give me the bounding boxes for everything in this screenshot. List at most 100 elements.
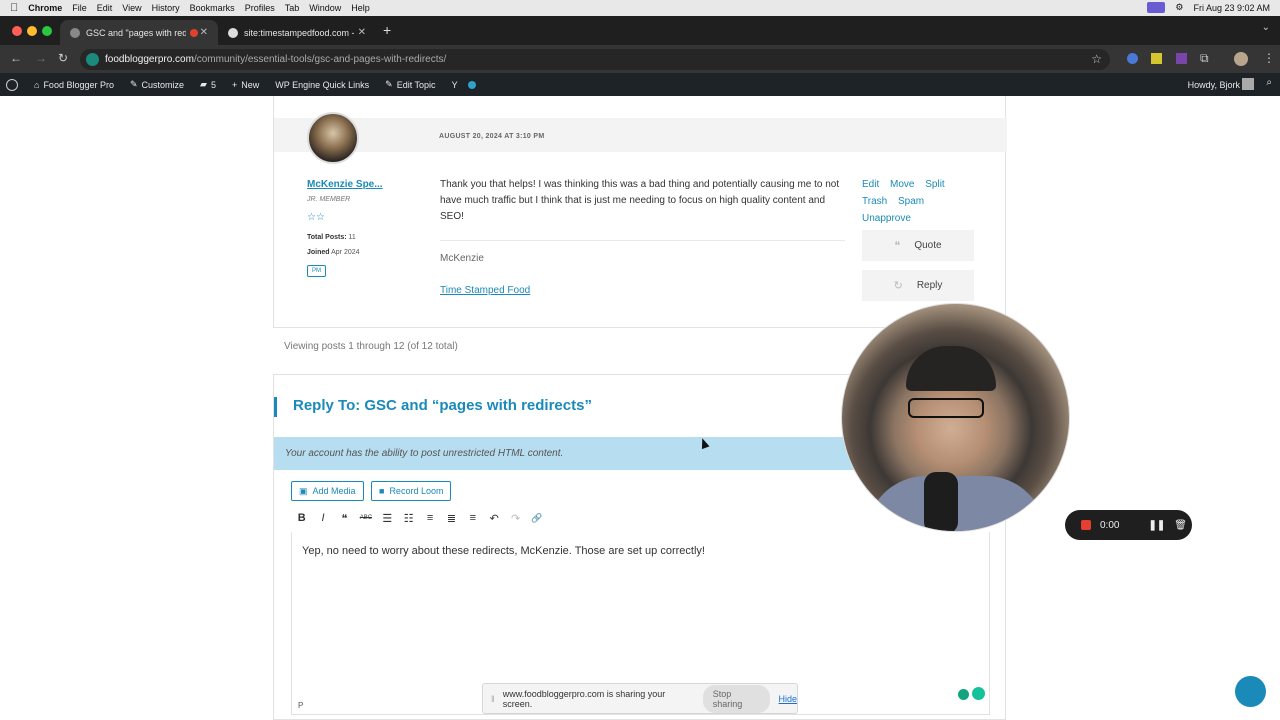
wp-comments[interactable]: ▰ 5 — [200, 79, 216, 90]
reply-form-title: Reply To: GSC and “pages with redirects” — [274, 397, 674, 417]
joined-label: Joined — [307, 249, 330, 256]
wp-site-name-label: Food Blogger Pro — [43, 79, 114, 90]
tab-site-search[interactable]: site:timestampedfood.com - ✕ — [218, 20, 376, 45]
webcam-microphone — [924, 472, 958, 531]
menu-edit[interactable]: Edit — [97, 3, 113, 13]
pm-button[interactable]: PM — [307, 265, 326, 277]
maximize-window-button[interactable] — [42, 26, 52, 36]
webcam-bubble[interactable] — [841, 303, 1070, 532]
redo-icon[interactable]: ↷ — [505, 512, 526, 525]
align-right-icon[interactable]: ≡ — [462, 512, 483, 524]
pagination-count: Viewing posts 1 through 12 (of 12 total) — [284, 341, 458, 352]
wp-site-name[interactable]: ⌂ Food Blogger Pro — [34, 80, 114, 90]
menu-view[interactable]: View — [122, 3, 141, 13]
close-tab-icon[interactable]: ✕ — [358, 27, 366, 38]
signature-link[interactable]: Time Stamped Food — [440, 285, 530, 296]
extension-calendar-icon[interactable] — [1176, 53, 1187, 64]
tab-gsc-redirects[interactable]: GSC and "pages with red ✕ — [60, 20, 218, 45]
close-window-button[interactable] — [12, 26, 22, 36]
spam-link[interactable]: Spam — [898, 196, 924, 207]
wp-user-avatar[interactable] — [1242, 78, 1254, 90]
bulleted-list-icon[interactable]: ☰ — [377, 512, 398, 525]
delete-recording-icon[interactable]: 🗑 — [1174, 520, 1187, 531]
apple-menu-icon[interactable]:  — [10, 2, 18, 14]
webcam-glasses — [908, 398, 984, 418]
menu-tab[interactable]: Tab — [285, 3, 300, 13]
pause-icon[interactable]: ❚❚ — [1148, 520, 1165, 531]
app-menu-chrome[interactable]: Chrome — [28, 3, 62, 13]
profile-avatar[interactable] — [1234, 52, 1248, 66]
wp-edit-topic[interactable]: ✎ Edit Topic — [385, 79, 435, 90]
wp-search-icon[interactable]: ⌕ — [1266, 77, 1272, 88]
grammarly-icon[interactable] — [972, 687, 985, 700]
media-icon: ▣ — [299, 485, 308, 496]
tab-search-icon[interactable]: ⌄ — [1262, 22, 1270, 33]
add-media-button[interactable]: ▣ Add Media — [291, 481, 364, 501]
forward-icon[interactable]: → — [35, 51, 47, 65]
close-tab-icon[interactable]: ✕ — [200, 27, 208, 38]
wp-engine-quick-links[interactable]: WP Engine Quick Links — [275, 80, 369, 90]
move-link[interactable]: Move — [890, 179, 914, 190]
control-center-icon[interactable]: ⚙ — [1175, 2, 1183, 13]
wp-customize[interactable]: ✎ Customize — [130, 79, 184, 90]
address-bar[interactable]: foodbloggerpro.com /community/essential-… — [80, 49, 1110, 70]
split-link[interactable]: Split — [925, 179, 944, 190]
menu-clock[interactable]: Fri Aug 23 9:02 AM — [1193, 3, 1270, 13]
reply-button[interactable]: ↻ Reply — [862, 270, 974, 301]
joined-value: Apr 2024 — [331, 249, 360, 256]
menu-file[interactable]: File — [72, 3, 87, 13]
hide-share-banner-link[interactable]: Hide — [778, 694, 797, 704]
menu-window[interactable]: Window — [309, 3, 341, 13]
bookmark-star-icon[interactable]: ☆ — [1091, 52, 1102, 66]
add-media-label: Add Media — [312, 486, 356, 496]
extension-r-icon[interactable] — [1151, 53, 1162, 64]
site-info-icon[interactable] — [86, 53, 99, 66]
browser-menu-icon[interactable]: ⋮ — [1263, 51, 1275, 65]
menu-history[interactable]: History — [152, 3, 180, 13]
editor-content[interactable]: Yep, no need to worry about these redire… — [302, 545, 705, 557]
wordpress-logo-icon[interactable] — [6, 78, 18, 91]
stop-sharing-button[interactable]: Stop sharing — [702, 684, 771, 713]
menu-help[interactable]: Help — [351, 3, 370, 13]
bold-icon[interactable]: B — [291, 512, 312, 524]
italic-icon[interactable]: I — [312, 512, 333, 524]
wp-howdy[interactable]: Howdy, Bjork — [1188, 80, 1240, 90]
extension-1password-icon[interactable] — [1127, 53, 1138, 64]
chat-support-icon[interactable] — [1235, 676, 1266, 707]
menu-profiles[interactable]: Profiles — [245, 3, 275, 13]
align-center-icon[interactable]: ≣ — [441, 512, 462, 525]
grammarly-suggestion-icon[interactable] — [958, 689, 969, 700]
back-icon[interactable]: ← — [10, 51, 22, 65]
reload-icon[interactable]: ↻ — [58, 51, 68, 65]
drag-handle-icon[interactable]: ‖ — [491, 694, 495, 704]
wp-yoast-icon[interactable]: Y — [452, 80, 458, 90]
wp-customize-label: Customize — [141, 79, 185, 90]
wp-admin-bar: ⌂ Food Blogger Pro ✎ Customize ▰ 5 + New WP … — [0, 73, 1280, 96]
blockquote-icon[interactable]: ❝ — [334, 512, 355, 525]
editor-path: P — [298, 701, 304, 710]
screen-share-icon[interactable] — [1147, 2, 1166, 13]
minimize-window-button[interactable] — [27, 26, 37, 36]
edit-link[interactable]: Edit — [862, 179, 879, 190]
align-left-icon[interactable]: ≡ — [419, 512, 440, 524]
strikethrough-icon[interactable]: ABC — [355, 515, 376, 521]
tab-title: site:timestampedfood.com - — [244, 27, 354, 38]
numbered-list-icon[interactable]: ☷ — [398, 512, 419, 525]
author-avatar[interactable] — [307, 112, 359, 164]
trash-link[interactable]: Trash — [862, 196, 887, 207]
new-tab-button[interactable]: + — [383, 22, 391, 38]
stop-recording-icon[interactable] — [1081, 520, 1091, 530]
link-icon[interactable]: 🔗 — [526, 513, 547, 524]
comment-icon: ▰ — [200, 79, 207, 89]
signature-name: McKenzie — [440, 253, 484, 264]
wp-new[interactable]: + New — [232, 80, 259, 90]
author-name-link[interactable]: McKenzie Spe... — [307, 179, 383, 190]
unapprove-link[interactable]: Unapprove — [862, 213, 911, 224]
menu-bookmarks[interactable]: Bookmarks — [190, 3, 235, 13]
quote-button[interactable]: ❝ Quote — [862, 230, 974, 261]
undo-icon[interactable]: ↶ — [484, 512, 505, 525]
record-loom-label: Record Loom — [389, 486, 444, 496]
record-loom-button[interactable]: ■ Record Loom — [371, 481, 452, 501]
reply-icon: ↻ — [893, 280, 903, 292]
extensions-puzzle-icon[interactable]: ⧉ — [1200, 51, 1209, 66]
